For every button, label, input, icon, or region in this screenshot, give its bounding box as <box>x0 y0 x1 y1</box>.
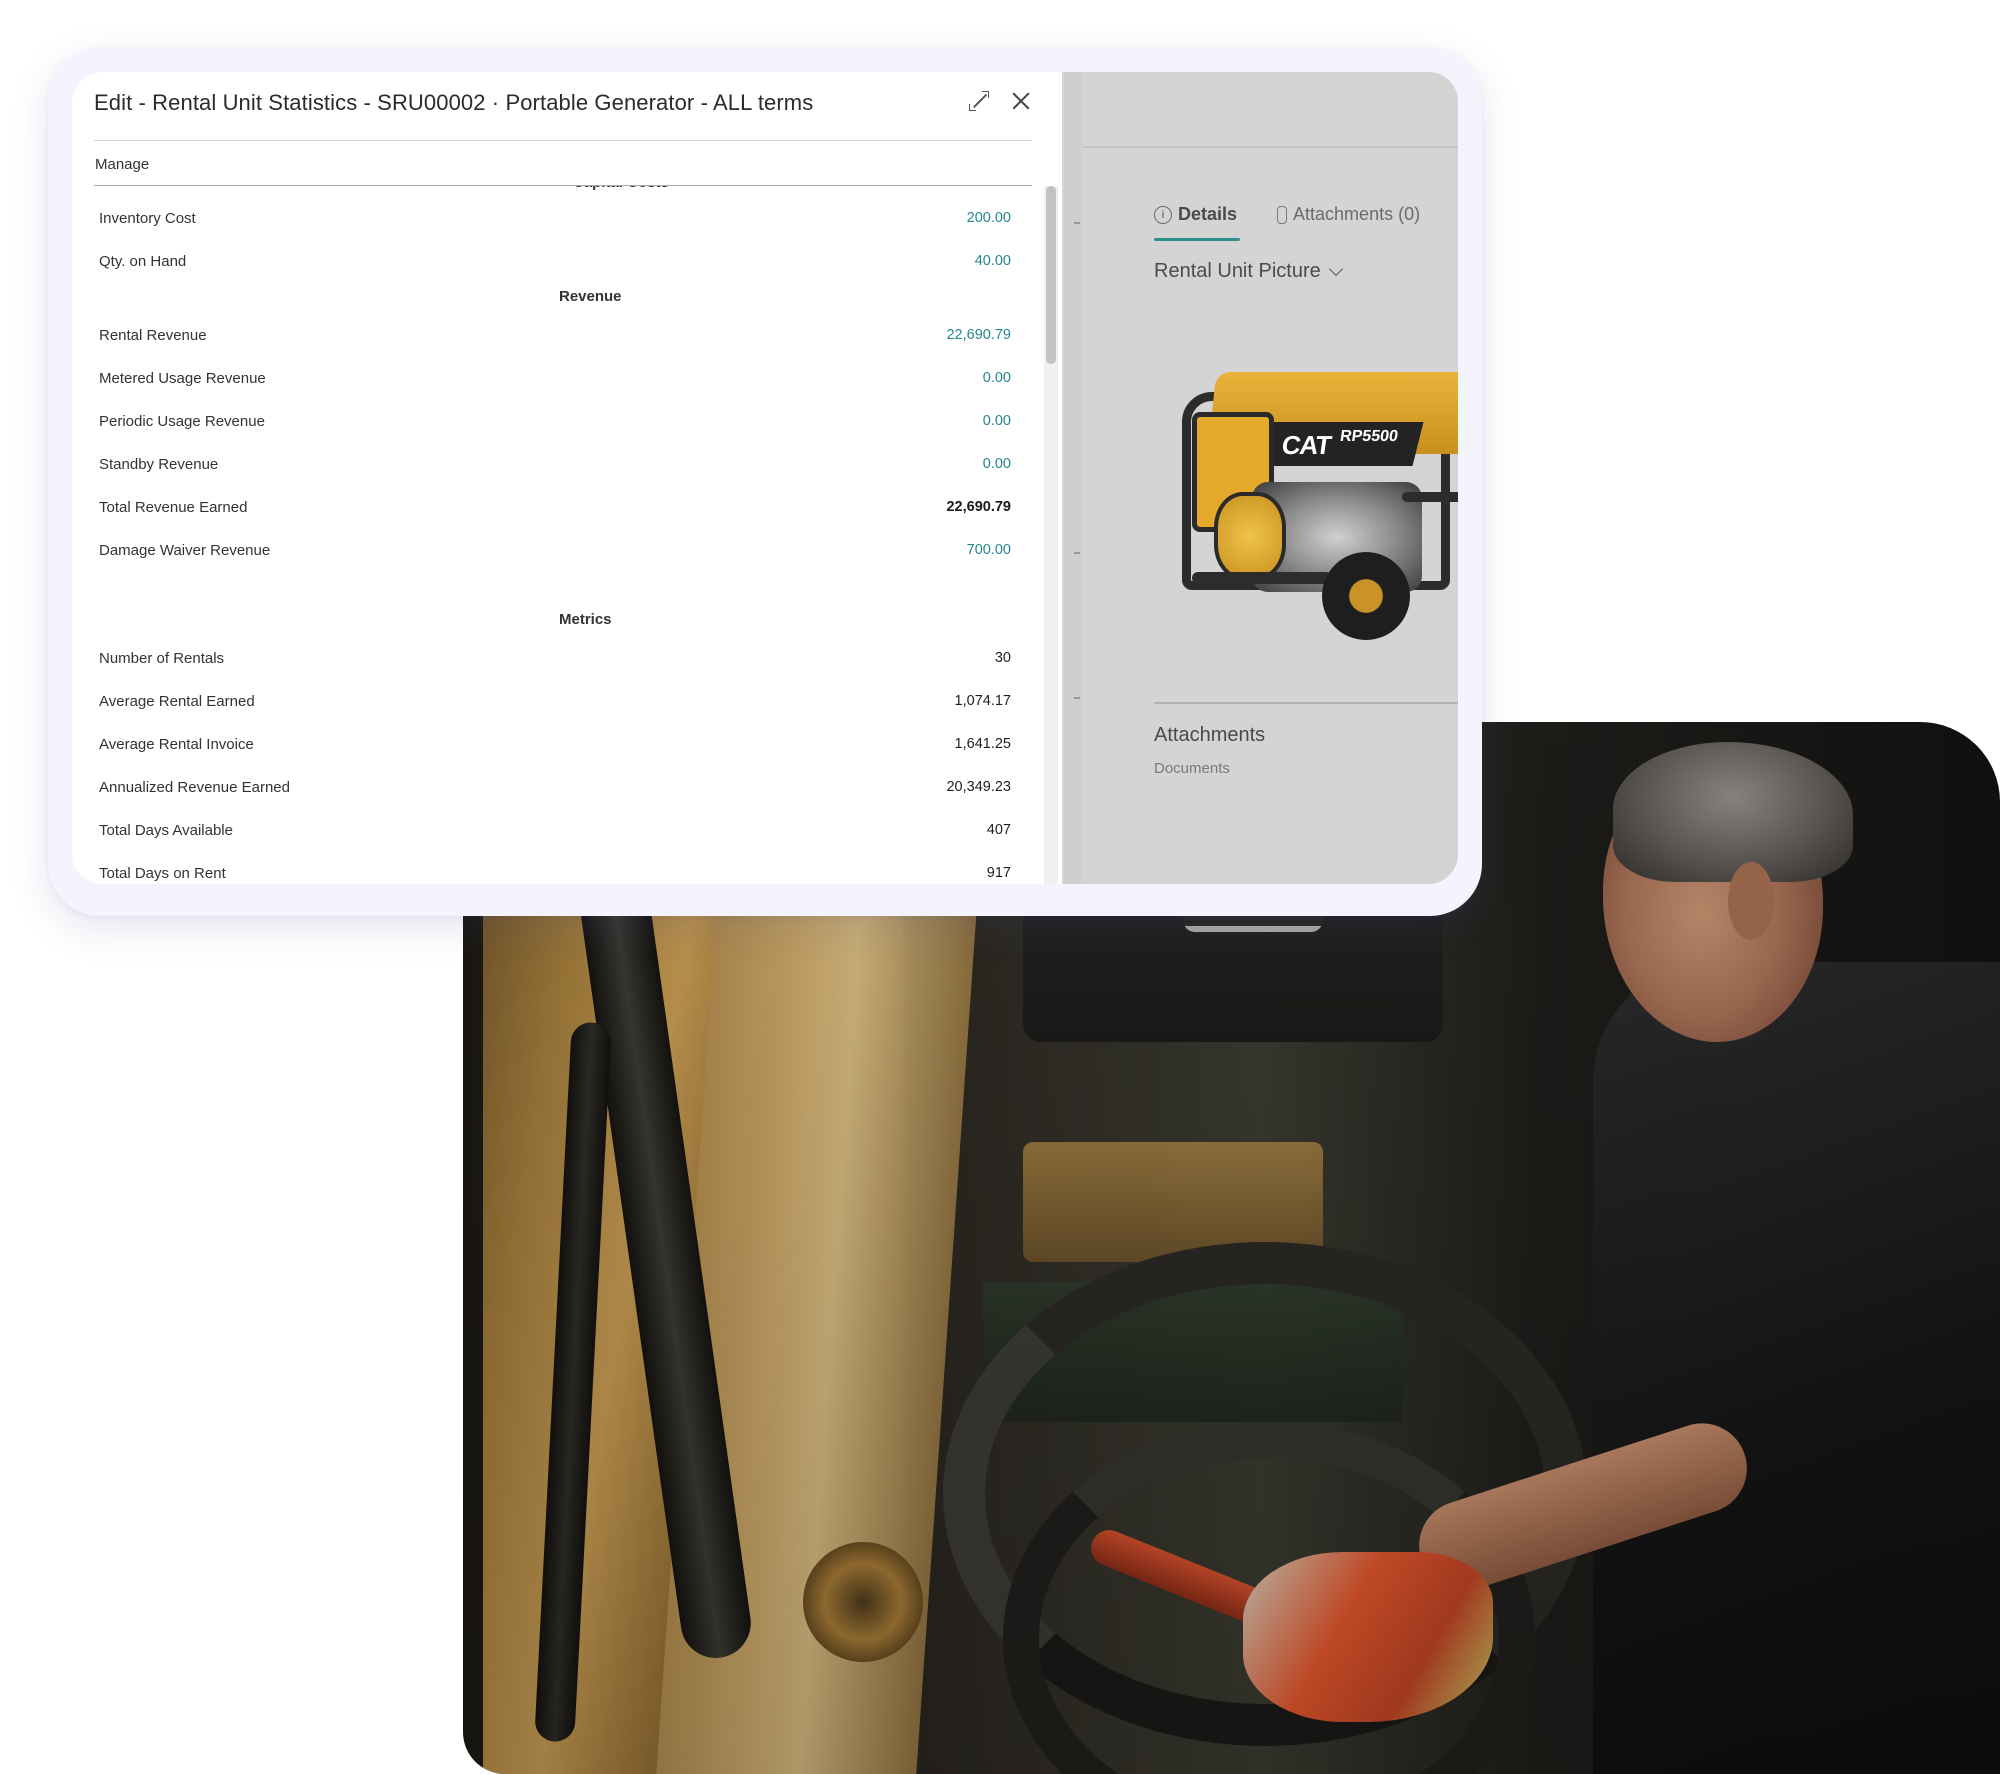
chevron-down-icon <box>1328 261 1343 276</box>
divider <box>1074 697 1080 699</box>
divider <box>94 140 1032 141</box>
statistics-content: Capital Costs Inventory Cost 200.00 Qty.… <box>94 186 1014 884</box>
generator-foot <box>1192 572 1332 584</box>
stat-row: Standby Revenue 0.00 <box>99 452 1011 476</box>
stat-label: Rental Revenue <box>99 326 207 344</box>
section-header-clipped: Capital Costs <box>573 186 669 191</box>
manage-menu[interactable]: Manage <box>95 156 149 173</box>
stat-label: Standby Revenue <box>99 455 219 473</box>
attachments-title[interactable]: Attachments <box>1154 724 1265 747</box>
stat-row: Number of Rentals 30 <box>99 646 1011 670</box>
section-header-revenue: Revenue <box>559 288 622 305</box>
stat-row: Inventory Cost 200.00 <box>99 206 1011 230</box>
app-screen: i Details Attachments (0) Rental Unit Pi… <box>72 72 1458 884</box>
stat-value[interactable]: 22,690.79 <box>946 327 1011 343</box>
stat-label: Total Days on Rent <box>99 864 226 882</box>
close-icon[interactable] <box>1010 90 1032 112</box>
stat-label: Annualized Revenue Earned <box>99 778 290 796</box>
stat-value: 22,690.79 <box>946 499 1011 515</box>
paperclip-icon <box>1277 205 1288 224</box>
stat-value[interactable]: 0.00 <box>983 370 1011 386</box>
page-edge-strip <box>1064 72 1082 884</box>
stat-row: Damage Waiver Revenue 700.00 <box>99 538 1011 562</box>
stat-value[interactable]: 700.00 <box>967 542 1011 558</box>
stat-value[interactable]: 200.00 <box>967 210 1011 226</box>
stat-value: 407 <box>986 822 1011 838</box>
generator-handle <box>1402 492 1458 502</box>
stat-row: Metered Usage Revenue 0.00 <box>99 366 1011 390</box>
divider <box>1074 552 1080 554</box>
generator-alternator <box>1214 492 1286 580</box>
stat-label: Qty. on Hand <box>99 252 187 270</box>
stat-label: Average Rental Earned <box>99 692 255 710</box>
tab-details-label: Details <box>1178 204 1238 224</box>
stat-row: Rental Revenue 22,690.79 <box>99 323 1011 347</box>
attachments-documents: Documents <box>1154 760 1230 777</box>
statistics-dialog: Edit - Rental Unit Statistics - SRU00002… <box>72 72 1062 884</box>
stat-row: Total Days Available 407 <box>99 818 1011 842</box>
generator-picture: CAT RP5500 <box>1172 372 1458 662</box>
picture-header-label: Rental Unit Picture <box>1154 260 1321 282</box>
stat-row: Total Revenue Earned 22,690.79 <box>99 495 1011 519</box>
stat-label: Damage Waiver Revenue <box>99 541 271 559</box>
stat-label: Metered Usage Revenue <box>99 369 266 387</box>
generator-model: RP5500 <box>1338 428 1400 445</box>
rental-unit-picture-header[interactable]: Rental Unit Picture <box>1154 260 1343 283</box>
stat-value[interactable]: 40.00 <box>975 253 1011 269</box>
tab-details[interactable]: i Details <box>1154 204 1237 225</box>
divider <box>1154 702 1458 704</box>
stat-label: Average Rental Invoice <box>99 735 254 753</box>
stat-value: 917 <box>986 865 1011 881</box>
info-icon: i <box>1154 205 1172 224</box>
stat-value: 1,641.25 <box>954 736 1011 752</box>
stat-row: Average Rental Earned 1,074.17 <box>99 689 1011 713</box>
tab-attachments[interactable]: Attachments (0) <box>1277 204 1420 225</box>
stat-row: Periodic Usage Revenue 0.00 <box>99 409 1011 433</box>
generator-brand: CAT <box>1279 430 1333 460</box>
stat-label: Total Days Available <box>99 821 233 839</box>
stat-label: Total Revenue Earned <box>99 498 248 516</box>
factbox-tabs: i Details Attachments (0) <box>1154 204 1420 225</box>
stat-label: Periodic Usage Revenue <box>99 412 265 430</box>
factbox-pane: i Details Attachments (0) Rental Unit Pi… <box>1082 72 1458 884</box>
stat-row: Total Days on Rent 917 <box>99 861 1011 884</box>
dialog-title: Edit - Rental Unit Statistics - SRU00002… <box>94 90 814 115</box>
generator-wheel <box>1322 552 1410 640</box>
stat-value: 1,074.17 <box>954 693 1011 709</box>
section-header-metrics: Metrics <box>559 611 612 628</box>
pane-header-band <box>1082 72 1458 148</box>
stat-row: Annualized Revenue Earned 20,349.23 <box>99 775 1011 799</box>
divider <box>1074 222 1080 224</box>
stat-row: Qty. on Hand 40.00 <box>99 249 1011 273</box>
stat-value: 30 <box>994 650 1011 666</box>
tab-attachments-label: Attachments (0) <box>1293 204 1421 224</box>
expand-icon[interactable] <box>968 90 990 112</box>
dialog-window-controls <box>968 90 1032 112</box>
active-tab-indicator <box>1154 238 1240 241</box>
scrollbar-thumb[interactable] <box>1046 186 1056 364</box>
stat-row: Average Rental Invoice 1,641.25 <box>99 732 1011 756</box>
stat-value: 20,349.23 <box>946 779 1011 795</box>
stat-value[interactable]: 0.00 <box>983 456 1011 472</box>
stat-label: Inventory Cost <box>99 209 196 227</box>
stat-value[interactable]: 0.00 <box>983 413 1011 429</box>
stat-label: Number of Rentals <box>99 649 225 667</box>
